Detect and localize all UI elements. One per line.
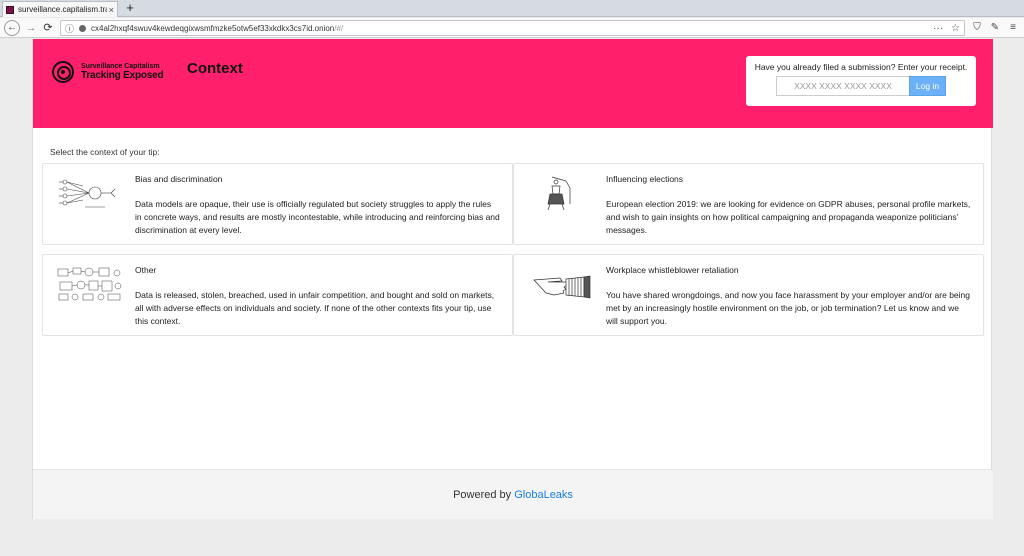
- logo-spiral-icon: [52, 61, 74, 83]
- bookmark-star-icon[interactable]: ☆: [951, 23, 960, 34]
- reload-button[interactable]: ⟳: [40, 20, 56, 36]
- context-description: Data is released, stolen, breached, used…: [135, 290, 495, 326]
- context-title: Other: [135, 265, 157, 275]
- receipt-prompt: Have you already filed a submission? Ent…: [754, 62, 968, 72]
- pointing-hand-icon: [533, 275, 591, 299]
- tab-title: surveillance.capitalism.trac: [18, 5, 107, 14]
- site-footer: Powered by GlobaLeaks: [33, 469, 993, 519]
- url-actions: ··· ☆: [933, 23, 960, 34]
- context-title: Workplace whistleblower retaliation: [606, 265, 739, 275]
- url-text[interactable]: cx4al2hxqf4swuv4kewdeqgixwsmfmzke5otw5ef…: [91, 24, 933, 33]
- favicon-icon: [6, 5, 14, 14]
- globaleaks-link[interactable]: GlobaLeaks: [514, 489, 573, 501]
- logo-text: Surveillance Capitalism Tracking Exposed: [81, 62, 164, 82]
- url-path: /#/: [334, 23, 344, 33]
- context-select-label: Select the context of your tip:: [50, 147, 160, 157]
- menu-icon[interactable]: ≡: [1006, 21, 1020, 35]
- receipt-login-box: Have you already filed a submission? Ent…: [746, 56, 976, 106]
- logo-line-1: Surveillance Capitalism: [81, 62, 160, 70]
- neural-network-icon: [59, 179, 116, 208]
- footer-text: Powered by: [453, 489, 512, 501]
- page-container: Surveillance Capitalism Tracking Exposed…: [32, 39, 993, 519]
- context-card-other[interactable]: Other Data is released, stolen, breached…: [42, 254, 513, 336]
- podium-speaker-icon: [547, 176, 571, 211]
- new-tab-button[interactable]: +: [123, 1, 137, 15]
- receipt-input[interactable]: [776, 76, 909, 96]
- info-icon[interactable]: ⓘ: [65, 22, 74, 35]
- context-title: Bias and discrimination: [135, 174, 223, 184]
- receipt-form: Log in: [754, 76, 968, 96]
- context-card-bias[interactable]: Bias and discrimination Data models are …: [42, 163, 513, 245]
- logo-line-2: Tracking Exposed: [81, 70, 164, 82]
- shield-icon[interactable]: ⛉: [970, 21, 984, 35]
- page-actions-icon[interactable]: ···: [933, 23, 943, 34]
- context-description: You have shared wrongdoings, and now you…: [606, 290, 970, 326]
- context-description: European election 2019: we are looking f…: [606, 199, 971, 235]
- url-host: cx4al2hxqf4swuv4kewdeqgixwsmfmzke5otw5ef…: [91, 23, 335, 33]
- onion-icon: [79, 24, 87, 32]
- site-logo[interactable]: Surveillance Capitalism Tracking Exposed: [52, 61, 164, 83]
- browser-titlebar: surveillance.capitalism.trac × +: [0, 0, 1024, 17]
- context-card-elections[interactable]: Influencing elections European election …: [513, 163, 984, 245]
- context-title: Influencing elections: [606, 174, 684, 184]
- login-button[interactable]: Log in: [909, 76, 946, 96]
- context-card-workplace[interactable]: Workplace whistleblower retaliation You …: [513, 254, 984, 336]
- browser-tab[interactable]: surveillance.capitalism.trac ×: [2, 1, 118, 17]
- context-description: Data models are opaque, their use is off…: [135, 199, 500, 235]
- forward-button[interactable]: →: [23, 20, 39, 36]
- browser-navbar: ← → ⟳ ⓘ cx4al2hxqf4swuv4kewdeqgixwsmfmzk…: [0, 18, 1024, 38]
- address-bar[interactable]: ⓘ cx4al2hxqf4swuv4kewdeqgixwsmfmzke5otw5…: [60, 20, 965, 36]
- site-header: Surveillance Capitalism Tracking Exposed…: [33, 39, 993, 128]
- extension-icon[interactable]: ✎: [988, 21, 1002, 35]
- close-tab-icon[interactable]: ×: [109, 5, 114, 15]
- mechanism-sketch-icon: [57, 267, 122, 301]
- page-viewport: Surveillance Capitalism Tracking Exposed…: [0, 39, 1024, 556]
- back-button[interactable]: ←: [4, 20, 20, 36]
- page-title: Context: [187, 60, 243, 77]
